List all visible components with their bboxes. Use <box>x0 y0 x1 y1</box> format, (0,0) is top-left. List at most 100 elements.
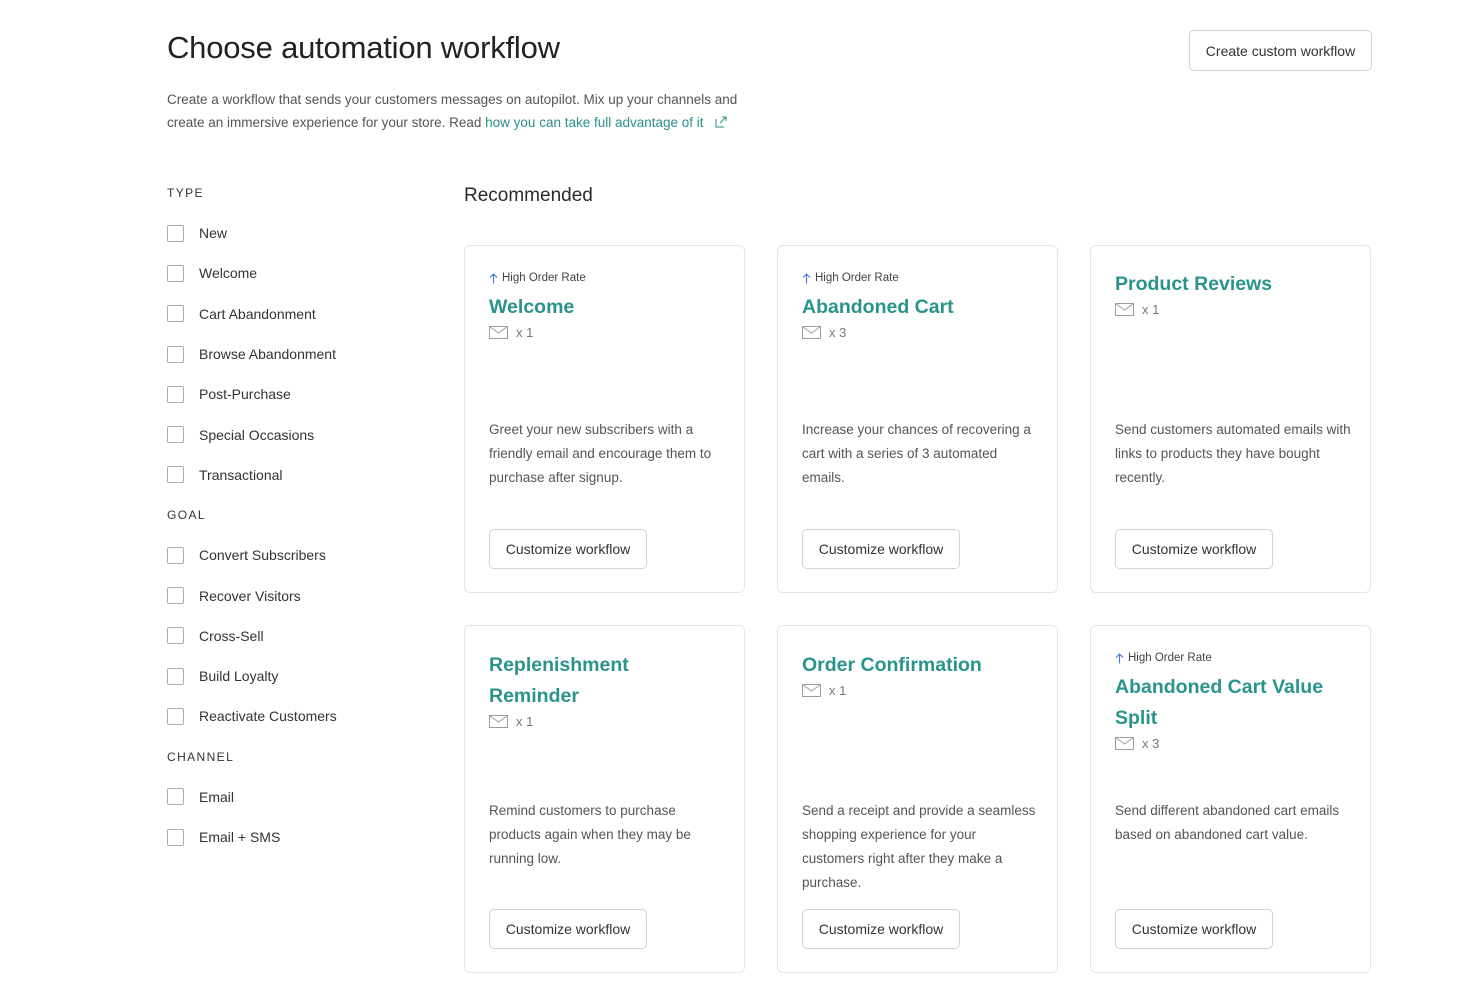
mail-icon <box>1115 303 1134 316</box>
email-count: x 3 <box>1115 736 1350 751</box>
filter-label: Welcome <box>199 265 258 282</box>
filter-heading: CHANNEL <box>167 749 235 764</box>
workflow-card-abandoned-cart-value-split: High Order Rate Abandoned Cart Value Spl… <box>1090 625 1371 973</box>
intro-link[interactable]: how you can take full advantage of it <box>485 115 703 130</box>
filter-option-post-purchase[interactable]: Post-Purchase <box>167 374 427 414</box>
customize-workflow-button[interactable]: Customize workflow <box>1115 529 1273 569</box>
email-count: x 1 <box>1115 302 1350 317</box>
checkbox[interactable] <box>167 224 184 242</box>
filter-option-new[interactable]: New <box>167 213 427 253</box>
intro-text: Create a workflow that sends your custom… <box>167 88 767 134</box>
email-count: x 1 <box>489 714 724 729</box>
checkbox[interactable] <box>167 707 184 725</box>
card-title: Abandoned Cart Value Split <box>1115 676 1324 729</box>
checkbox[interactable] <box>167 345 184 363</box>
card-description: Send different abandoned cart emails bas… <box>1115 803 1340 842</box>
filter-label: Email + SMS <box>199 829 281 845</box>
card-title: Order Confirmation <box>802 654 982 676</box>
filter-option-recover-visitors[interactable]: Recover Visitors <box>167 575 427 615</box>
filter-option-cart-abandonment[interactable]: Cart Abandonment <box>167 294 427 334</box>
card-title: Replenishment Reminder <box>489 654 629 707</box>
customize-workflow-button[interactable]: Customize workflow <box>1115 909 1273 949</box>
mail-icon <box>1115 737 1134 750</box>
filter-label: Email <box>199 788 235 805</box>
filter-option-welcome[interactable]: Welcome <box>167 253 427 293</box>
arrow-up-icon <box>802 272 811 283</box>
checkbox[interactable] <box>167 667 184 685</box>
filter-label: Cross-Sell <box>199 627 264 644</box>
card-description: Increase your chances of recovering a ca… <box>802 422 1031 485</box>
filter-label: Build Loyalty <box>199 668 279 685</box>
filter-option-email[interactable]: Email <box>167 777 427 817</box>
workflow-card-welcome: High Order Rate Welcome x 1 Greet your n… <box>464 245 745 593</box>
page-title: Choose automation workflow <box>167 30 560 65</box>
external-link-icon[interactable] <box>715 116 727 128</box>
filter-heading: TYPE <box>167 186 204 200</box>
card-title: Abandoned Cart <box>802 296 954 318</box>
email-count: x 1 <box>802 683 1037 698</box>
filter-label: Recover Visitors <box>199 587 301 604</box>
filter-option-email-sms[interactable]: Email + SMS <box>167 817 427 857</box>
card-title: Welcome <box>489 296 575 318</box>
checkbox[interactable] <box>167 385 184 403</box>
count-label: x 1 <box>516 714 534 729</box>
workflow-card-replenishment-reminder: Replenishment Reminder x 1 Remind custom… <box>464 625 745 973</box>
customize-workflow-button[interactable]: Customize workflow <box>802 529 960 569</box>
badge-label: High Order Rate <box>815 272 899 284</box>
card-description: Send a receipt and provide a seamless sh… <box>802 803 1036 890</box>
card-title: Product Reviews <box>1115 273 1273 295</box>
email-count: x 3 <box>802 325 1037 340</box>
filter-label: New <box>199 225 228 242</box>
count-label: x 1 <box>829 683 847 698</box>
count-label: x 3 <box>1142 736 1160 751</box>
checkbox[interactable] <box>167 546 184 564</box>
workflow-card-product-reviews: Product Reviews x 1 Send customers autom… <box>1090 245 1371 593</box>
badge-label: High Order Rate <box>502 272 586 284</box>
arrow-up-icon <box>1115 652 1124 663</box>
arrow-up-icon <box>489 272 498 283</box>
filter-label: Reactivate Customers <box>199 708 337 725</box>
count-label: x 1 <box>516 325 534 340</box>
filter-label: Browse Abandonment <box>199 346 336 363</box>
workflow-card-order-confirmation: Order Confirmation x 1 Send a receipt an… <box>777 625 1058 973</box>
filter-label: Special Occasions <box>199 426 315 443</box>
checkbox[interactable] <box>167 305 184 323</box>
mail-icon <box>489 715 508 728</box>
customize-workflow-button[interactable]: Customize workflow <box>802 909 960 949</box>
checkbox[interactable] <box>167 788 184 806</box>
count-label: x 1 <box>1142 302 1160 317</box>
filter-label: Transactional <box>199 466 283 483</box>
customize-workflow-button[interactable]: Customize workflow <box>489 529 647 569</box>
filter-option-special-occasions[interactable]: Special Occasions <box>167 414 427 454</box>
create-custom-workflow-button[interactable]: Create custom workflow <box>1189 30 1372 71</box>
checkbox[interactable] <box>167 466 184 484</box>
filter-option-cross-sell[interactable]: Cross-Sell <box>167 616 427 656</box>
checkbox[interactable] <box>167 828 184 846</box>
filter-group-goal: GOAL Convert Subscribers Recover Visitor… <box>167 508 427 736</box>
filter-sidebar: TYPE New Welcome Cart Abandonment Browse… <box>167 186 427 870</box>
badge-label: High Order Rate <box>1128 652 1212 664</box>
checkbox[interactable] <box>167 426 184 444</box>
card-description: Send customers automated emails with lin… <box>1115 422 1351 485</box>
mail-icon <box>802 326 821 339</box>
filter-option-reactivate-customers[interactable]: Reactivate Customers <box>167 696 427 736</box>
filter-option-transactional[interactable]: Transactional <box>167 455 427 495</box>
customize-workflow-button[interactable]: Customize workflow <box>489 909 647 949</box>
email-count: x 1 <box>489 325 724 340</box>
filter-heading: GOAL <box>167 508 206 523</box>
filter-option-browse-abandonment[interactable]: Browse Abandonment <box>167 334 427 374</box>
high-order-rate-badge: High Order Rate <box>489 270 724 286</box>
checkbox[interactable] <box>167 627 184 645</box>
count-label: x 3 <box>829 325 847 340</box>
mail-icon <box>802 684 821 697</box>
card-description: Remind customers to purchase products ag… <box>489 803 691 866</box>
high-order-rate-badge: High Order Rate <box>802 270 1037 286</box>
checkbox[interactable] <box>167 264 184 282</box>
checkbox[interactable] <box>167 587 184 605</box>
filter-option-build-loyalty[interactable]: Build Loyalty <box>167 656 427 696</box>
high-order-rate-badge: High Order Rate <box>1115 650 1350 666</box>
section-title: Recommended <box>464 185 593 206</box>
filter-option-convert-subscribers[interactable]: Convert Subscribers <box>167 535 427 575</box>
filter-group-type: TYPE New Welcome Cart Abandonment Browse… <box>167 186 427 495</box>
filter-label: Cart Abandonment <box>199 305 316 322</box>
